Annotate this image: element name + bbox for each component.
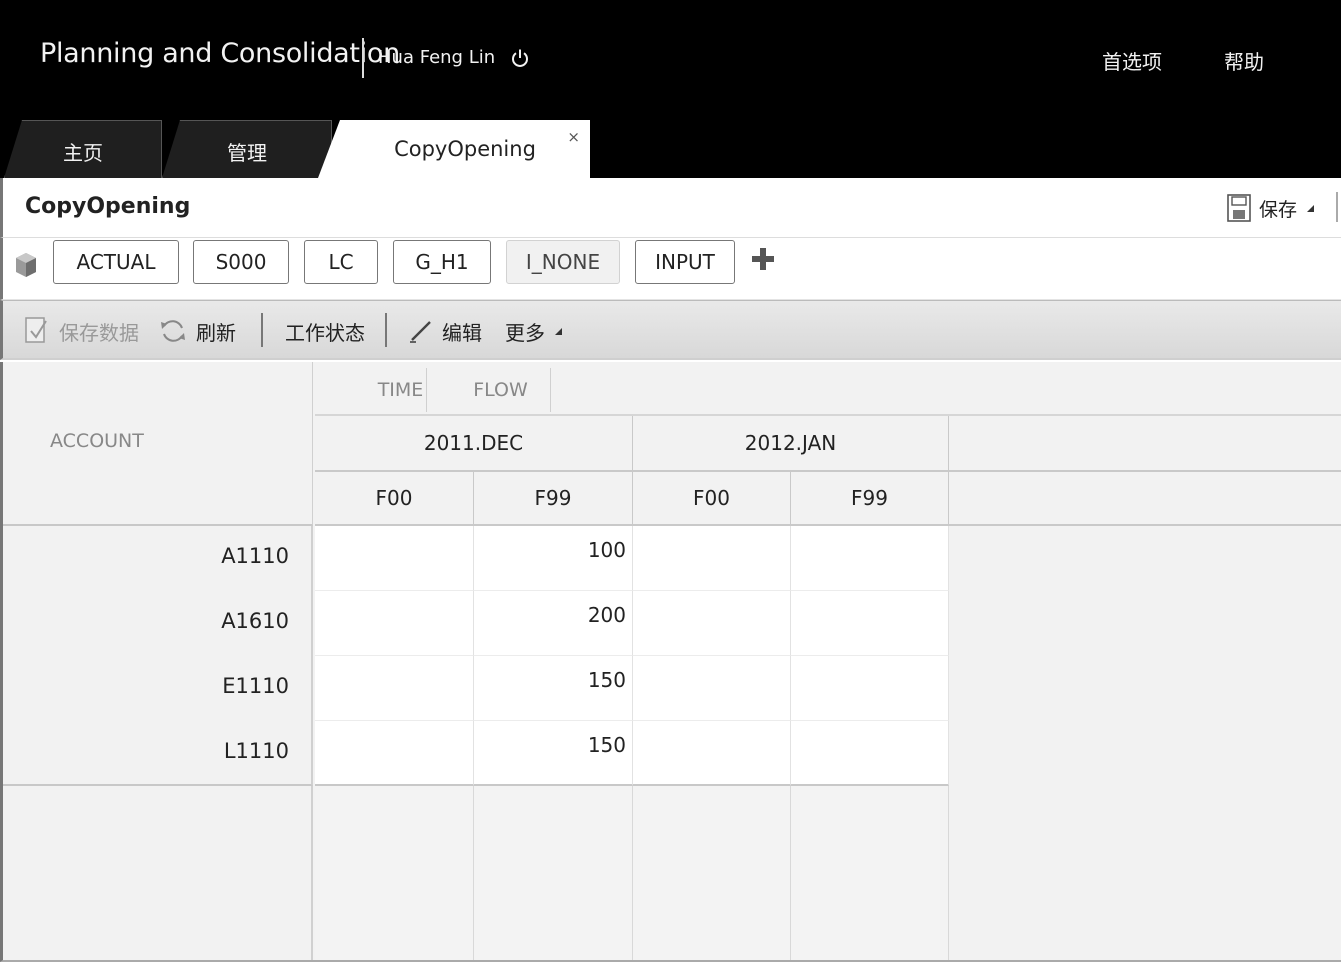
row-header-account[interactable]: A1610 xyxy=(3,591,313,655)
user-name[interactable]: Hua Feng Lin xyxy=(378,47,495,68)
data-cell[interactable] xyxy=(315,656,474,721)
data-cell[interactable] xyxy=(633,721,791,786)
page-title: CopyOpening xyxy=(25,194,191,219)
empty-grid-column xyxy=(633,786,791,960)
add-member-icon[interactable] xyxy=(751,244,775,274)
help-link[interactable]: 帮助 xyxy=(1224,46,1264,75)
save-data-label: 保存数据 xyxy=(59,320,139,345)
edit-label: 编辑 xyxy=(442,320,482,345)
data-cell[interactable]: 150 xyxy=(474,721,633,786)
empty-grid-column xyxy=(791,786,949,960)
column-header-filler xyxy=(949,416,1341,472)
row-header-account[interactable]: E1110 xyxy=(3,656,313,720)
column-header-period[interactable]: 2011.DEC xyxy=(315,416,633,472)
report-grid: ACCOUNT TIME FLOW 2011.DEC 2012.JAN F00 … xyxy=(0,362,1341,962)
row-axis-header: ACCOUNT xyxy=(3,362,313,526)
context-member-intco[interactable]: I_NONE xyxy=(506,240,620,284)
tab-home-label: 主页 xyxy=(63,141,103,165)
column-axis-dimension-time[interactable]: TIME xyxy=(375,368,427,412)
save-menu-label: 保存 xyxy=(1259,198,1298,221)
column-header-filler xyxy=(949,472,1341,526)
data-cell[interactable] xyxy=(315,721,474,786)
power-icon[interactable] xyxy=(510,48,530,68)
empty-row-header-area xyxy=(3,786,313,960)
data-cell[interactable]: 150 xyxy=(474,656,633,721)
context-bar: ACTUAL S000 LC G_H1 I_NONE INPUT xyxy=(0,238,1341,300)
empty-grid-column xyxy=(315,786,474,960)
top-header: Planning and Consolidation Hua Feng Lin … xyxy=(0,0,1341,178)
tab-copyopening-label: CopyOpening xyxy=(394,137,536,161)
context-member-group[interactable]: G_H1 xyxy=(393,240,491,284)
dropdown-triangle-icon xyxy=(1307,205,1315,212)
refresh-label: 刷新 xyxy=(196,320,236,345)
page-header: CopyOpening 保存 xyxy=(0,178,1341,238)
edit-button[interactable]: 编辑 xyxy=(408,317,482,345)
data-cell[interactable] xyxy=(791,721,949,786)
work-status-label: 工作状态 xyxy=(285,320,365,345)
pencil-icon xyxy=(410,321,431,343)
context-member-currency[interactable]: LC xyxy=(304,240,378,284)
data-cell[interactable] xyxy=(791,656,949,721)
empty-grid-column xyxy=(474,786,633,960)
row-header-account[interactable]: A1110 xyxy=(3,526,313,590)
data-cell[interactable] xyxy=(791,526,949,591)
tab-copyopening[interactable]: CopyOpening × xyxy=(318,120,590,178)
save-menu-button[interactable]: 保存 xyxy=(1227,192,1315,224)
column-header-period[interactable]: 2012.JAN xyxy=(633,416,949,472)
toolbar-divider xyxy=(261,313,263,347)
context-member-audit[interactable]: INPUT xyxy=(635,240,735,284)
data-cell[interactable] xyxy=(791,591,949,656)
tab-admin[interactable]: 管理 xyxy=(162,120,332,178)
row-axis-dimension[interactable]: ACCOUNT xyxy=(50,430,144,452)
floppy-disk-icon xyxy=(1227,194,1251,222)
more-menu-button[interactable]: 更多 xyxy=(505,317,563,345)
app-title: Planning and Consolidation xyxy=(40,38,400,69)
column-header-flow[interactable]: F99 xyxy=(474,472,633,526)
column-axis-dimension-flow[interactable]: FLOW xyxy=(451,368,551,412)
column-axis-bar: TIME FLOW xyxy=(315,362,1341,416)
save-data-icon xyxy=(25,317,47,343)
toolbar-divider xyxy=(385,313,387,347)
context-cube-icon[interactable] xyxy=(13,250,39,280)
data-cell[interactable] xyxy=(633,656,791,721)
preferences-link[interactable]: 首选项 xyxy=(1102,46,1162,75)
more-label: 更多 xyxy=(505,320,545,345)
refresh-icon xyxy=(161,320,185,342)
dropdown-triangle-icon xyxy=(555,328,562,335)
column-header-flow[interactable]: F99 xyxy=(791,472,949,526)
data-cell[interactable]: 200 xyxy=(474,591,633,656)
data-cell[interactable] xyxy=(315,591,474,656)
column-header-flow[interactable]: F00 xyxy=(633,472,791,526)
context-member-category[interactable]: ACTUAL xyxy=(53,240,179,284)
data-cell[interactable]: 100 xyxy=(474,526,633,591)
save-data-button[interactable]: 保存数据 xyxy=(23,317,139,345)
column-header-flow[interactable]: F00 xyxy=(315,472,474,526)
action-toolbar: 保存数据 刷新 工作状态 编辑 更多 xyxy=(0,300,1341,360)
data-cell[interactable] xyxy=(633,526,791,591)
refresh-button[interactable]: 刷新 xyxy=(158,317,236,345)
row-header-account[interactable]: L1110 xyxy=(3,721,313,785)
tab-home[interactable]: 主页 xyxy=(4,120,162,178)
data-cell[interactable] xyxy=(633,591,791,656)
context-member-scenario[interactable]: S000 xyxy=(193,240,289,284)
work-status-button[interactable]: 工作状态 xyxy=(285,317,365,345)
data-cell[interactable] xyxy=(315,526,474,591)
tab-admin-label: 管理 xyxy=(227,141,267,165)
header-divider xyxy=(362,38,364,78)
header-right-divider xyxy=(1336,192,1338,222)
close-icon[interactable]: × xyxy=(567,128,580,146)
